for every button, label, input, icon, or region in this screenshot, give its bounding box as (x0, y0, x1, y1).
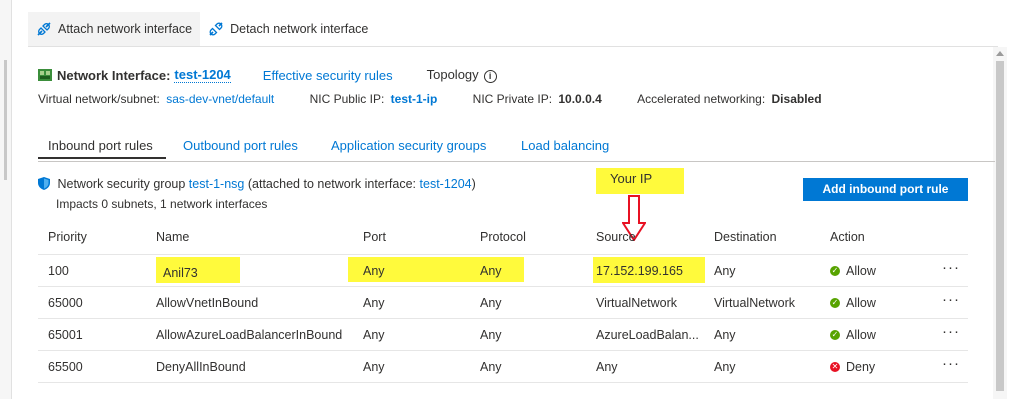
action-label: Allow (846, 264, 876, 278)
nic-name-link[interactable]: test-1204 (174, 67, 231, 83)
port-cell: Any (363, 296, 385, 310)
attach-network-interface-button[interactable]: Attach network interface (28, 12, 201, 46)
table-row[interactable]: 65000 AllowVnetInBound Any Any VirtualNe… (38, 286, 968, 318)
attach-icon (37, 22, 51, 36)
nic-label: Network Interface: (57, 67, 171, 83)
tab-application-security-groups[interactable]: Application security groups (331, 138, 486, 153)
more-options-button[interactable]: ··· (942, 355, 960, 372)
rules-tabs: Inbound port rules Outbound port rules A… (38, 131, 995, 162)
nsg-name-link[interactable]: test-1-nsg (189, 177, 245, 191)
nsg-impacts: Impacts 0 subnets, 1 network interfaces (56, 197, 268, 211)
check-icon: ✓ (830, 298, 840, 308)
name-cell[interactable]: AllowVnetInBound (156, 296, 258, 310)
nsg-info: Network security group test-1-nsg (attac… (38, 177, 476, 191)
scroll-up-arrow-icon[interactable] (996, 51, 1004, 56)
port-cell: Any (363, 328, 385, 342)
vertical-scrollbar[interactable] (993, 47, 1007, 399)
vnet-link[interactable]: sas-dev-vnet/default (166, 92, 274, 106)
name-cell[interactable]: DenyAllInBound (156, 360, 246, 374)
tab-outbound-port-rules[interactable]: Outbound port rules (183, 138, 298, 153)
action-cell: ✓ Allow (830, 264, 876, 278)
left-scrollbar[interactable] (4, 60, 7, 180)
table-row[interactable]: 65001 AllowAzureLoadBalancerInBound Any … (38, 318, 968, 350)
accel-networking-label: Accelerated networking: (637, 92, 766, 106)
priority-cell: 65500 (48, 360, 83, 374)
port-cell: Any (363, 264, 385, 278)
private-ip-value: 10.0.0.4 (558, 92, 602, 106)
detach-network-interface-button[interactable]: Detach network interface (200, 12, 376, 46)
topology-link[interactable]: Topology i (427, 67, 497, 83)
col-name-header: Name (156, 230, 190, 244)
col-priority-header: Priority (48, 230, 87, 244)
nic-details-line: Virtual network/subnet: sas-dev-vnet/def… (38, 92, 822, 106)
public-ip-label: NIC Public IP: (309, 92, 385, 106)
info-icon: i (483, 70, 497, 83)
action-label: Allow (846, 296, 876, 310)
deny-icon: ✕ (830, 362, 840, 372)
shield-icon (38, 177, 50, 190)
priority-cell: 100 (48, 264, 69, 278)
protocol-cell: Any (480, 264, 502, 278)
table-row[interactable]: 100 Anil73 Any Any 17.152.199.165 Any ✓ … (38, 254, 968, 286)
check-icon: ✓ (830, 330, 840, 340)
table-row[interactable]: 65500 DenyAllInBound Any Any Any Any ✕ D… (38, 350, 968, 383)
protocol-cell: Any (480, 296, 502, 310)
main-content: Network Interface: test-1204 Effective s… (28, 47, 995, 399)
vnet-label: Virtual network/subnet: (38, 92, 160, 106)
active-tab-underline (38, 157, 166, 159)
add-inbound-port-rule-button[interactable]: Add inbound port rule (803, 178, 968, 201)
destination-cell: Any (714, 360, 736, 374)
scrollbar-thumb[interactable] (996, 61, 1004, 391)
action-cell: ✓ Allow (830, 296, 876, 310)
col-action-header: Action (830, 230, 865, 244)
col-destination-header: Destination (714, 230, 777, 244)
source-cell: Any (596, 360, 618, 374)
attach-label: Attach network interface (58, 22, 193, 36)
destination-cell: Any (714, 264, 736, 278)
network-interface-header: Network Interface: test-1204 Effective s… (38, 67, 497, 83)
more-options-button[interactable]: ··· (942, 323, 960, 340)
action-cell: ✓ Allow (830, 328, 876, 342)
protocol-cell: Any (480, 360, 502, 374)
priority-cell: 65000 (48, 296, 83, 310)
col-source-header: Source (596, 230, 636, 244)
nsg-prefix: Network security group (57, 177, 186, 191)
public-ip-link[interactable]: test-1-ip (391, 92, 438, 106)
source-cell: AzureLoadBalan... (596, 328, 699, 342)
nsg-suffix: ) (471, 177, 476, 191)
nsg-nic-link[interactable]: test-1204 (420, 177, 472, 191)
col-protocol-header: Protocol (480, 230, 526, 244)
tab-inbound-port-rules[interactable]: Inbound port rules (48, 138, 153, 153)
toolbar: Attach network interface Detach network … (28, 12, 376, 46)
action-label: Allow (846, 328, 876, 342)
source-cell: VirtualNetwork (596, 296, 678, 310)
your-ip-annotation: Your IP (596, 168, 684, 194)
detach-icon (209, 22, 223, 36)
detach-label: Detach network interface (230, 22, 369, 36)
more-options-button[interactable]: ··· (942, 291, 960, 308)
name-cell[interactable]: AllowAzureLoadBalancerInBound (156, 328, 342, 342)
check-icon: ✓ (830, 266, 840, 276)
name-cell[interactable]: Anil73 (163, 266, 198, 280)
more-options-button[interactable]: ··· (942, 259, 960, 276)
nsg-middle: (attached to network interface: (247, 177, 417, 191)
private-ip-label: NIC Private IP: (472, 92, 553, 106)
destination-cell: VirtualNetwork (714, 296, 796, 310)
topology-label: Topology (426, 67, 479, 82)
effective-security-rules-link[interactable]: Effective security rules (263, 68, 393, 83)
accel-networking-value: Disabled (771, 92, 822, 106)
network-interface-icon (38, 69, 52, 81)
protocol-cell: Any (480, 328, 502, 342)
destination-cell: Any (714, 328, 736, 342)
col-port-header: Port (363, 230, 386, 244)
priority-cell: 65001 (48, 328, 83, 342)
action-label: Deny (846, 360, 876, 374)
tab-load-balancing[interactable]: Load balancing (521, 138, 609, 153)
port-cell: Any (363, 360, 385, 374)
action-cell: ✕ Deny (830, 360, 875, 374)
source-cell: 17.152.199.165 (596, 264, 683, 278)
